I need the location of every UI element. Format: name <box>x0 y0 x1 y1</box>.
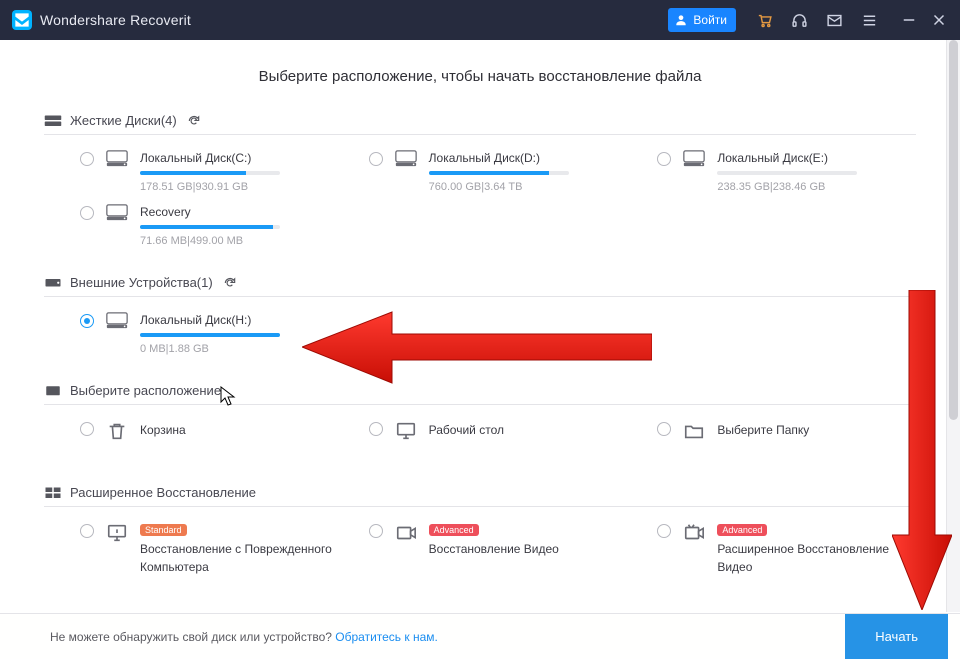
footer-hint-text: Не можете обнаружить свой диск или устро… <box>50 630 335 644</box>
start-button[interactable]: Начать <box>845 614 948 659</box>
footer-hint: Не можете обнаружить свой диск или устро… <box>50 630 438 644</box>
location-option[interactable]: Корзина <box>80 419 339 457</box>
disk-name: Recovery <box>140 203 339 221</box>
radio-button[interactable] <box>657 422 671 436</box>
radio-button[interactable] <box>80 206 94 220</box>
option-label: Рабочий стол <box>429 421 628 439</box>
title-bar: Wondershare Recoverit Войти <box>0 0 960 40</box>
option-label: Расширенное Восстановление Видео <box>717 540 916 576</box>
section-title: Жесткие Диски(4) <box>70 113 177 128</box>
plan-badge: Standard <box>140 524 187 536</box>
disk-usage-bar <box>140 225 280 229</box>
login-button[interactable]: Войти <box>668 8 736 32</box>
disk-option[interactable]: Локальный Диск(H:) 0 MB|1.88 GB <box>80 311 339 355</box>
option-label: Выберите Папку <box>717 421 916 439</box>
footer-bar: Не можете обнаружить свой диск или устро… <box>0 613 960 659</box>
location-icon <box>44 384 62 398</box>
refresh-icon[interactable] <box>187 114 201 128</box>
disk-stats: 178.51 GB|930.91 GB <box>140 181 339 193</box>
section-hard-drives: Жесткие Диски(4) Локальный Диск(C:) 178.… <box>44 113 916 247</box>
radio-button[interactable] <box>657 524 671 538</box>
disk-stats: 0 MB|1.88 GB <box>140 343 339 355</box>
plan-badge: Advanced <box>429 524 479 536</box>
menu-icon[interactable] <box>861 12 878 29</box>
disk-usage-bar <box>140 333 280 337</box>
option-label: Восстановление Видео <box>429 540 628 558</box>
radio-button[interactable] <box>369 422 383 436</box>
disk-name: Локальный Диск(C:) <box>140 149 339 167</box>
radio-button[interactable] <box>369 152 383 166</box>
cart-icon[interactable] <box>756 12 773 29</box>
refresh-icon[interactable] <box>223 276 237 290</box>
disk-name: Локальный Диск(H:) <box>140 311 339 329</box>
page-heading: Выберите расположение, чтобы начать восс… <box>44 68 916 85</box>
trash-icon <box>106 420 128 438</box>
section-choose-location: Выберите расположение Корзина Рабочий ст… <box>44 383 916 457</box>
footer-hint-link[interactable]: Обратитесь к нам. <box>335 630 438 644</box>
disk-name: Локальный Диск(D:) <box>429 149 628 167</box>
radio-button[interactable] <box>80 152 94 166</box>
video-advanced-icon <box>683 522 705 540</box>
disk-option[interactable]: Локальный Диск(E:) 238.35 GB|238.46 GB <box>657 149 916 193</box>
radio-button[interactable] <box>369 524 383 538</box>
vertical-scrollbar[interactable] <box>946 40 960 612</box>
disk-name: Локальный Диск(E:) <box>717 149 916 167</box>
video-icon <box>395 522 417 540</box>
advanced-option[interactable]: Advanced Расширенное Восстановление Виде… <box>657 521 916 576</box>
close-button[interactable] <box>930 11 948 29</box>
mail-icon[interactable] <box>826 12 843 29</box>
disk-stats: 238.35 GB|238.46 GB <box>717 181 916 193</box>
location-option[interactable]: Рабочий стол <box>369 419 628 457</box>
disk-usage-bar <box>140 171 280 175</box>
advanced-option[interactable]: Standard Восстановление с Поврежденного … <box>80 521 339 576</box>
radio-button[interactable] <box>80 314 94 328</box>
hdd-icon <box>44 114 62 128</box>
disk-option[interactable]: Локальный Диск(C:) 178.51 GB|930.91 GB <box>80 149 339 193</box>
scrollbar-thumb[interactable] <box>949 40 958 420</box>
disk-stats: 71.66 MB|499.00 MB <box>140 235 339 247</box>
disk-stats: 760.00 GB|3.64 TB <box>429 181 628 193</box>
plan-badge: Advanced <box>717 524 767 536</box>
section-title: Расширенное Восстановление <box>70 485 256 500</box>
crashed-pc-icon <box>106 522 128 540</box>
option-label: Восстановление с Поврежденного Компьютер… <box>140 540 339 576</box>
section-external-devices: Внешние Устройства(1) Локальный Диск(H:)… <box>44 275 916 355</box>
external-drive-icon <box>44 276 62 290</box>
disk-icon <box>106 312 128 330</box>
disk-option[interactable]: Recovery 71.66 MB|499.00 MB <box>80 203 339 247</box>
radio-button[interactable] <box>80 524 94 538</box>
advanced-icon <box>44 486 62 500</box>
disk-icon <box>395 150 417 168</box>
section-title: Выберите расположение <box>70 383 221 398</box>
radio-button[interactable] <box>657 152 671 166</box>
location-option[interactable]: Выберите Папку <box>657 419 916 457</box>
section-title: Внешние Устройства(1) <box>70 275 213 290</box>
disk-icon <box>106 204 128 222</box>
disk-icon <box>683 150 705 168</box>
radio-button[interactable] <box>80 422 94 436</box>
advanced-option[interactable]: Advanced Восстановление Видео <box>369 521 628 576</box>
main-page: Выберите расположение, чтобы начать восс… <box>0 40 960 659</box>
desktop-icon <box>395 420 417 438</box>
app-logo-icon <box>12 10 32 30</box>
folder-icon <box>683 420 705 438</box>
disk-usage-bar <box>429 171 569 175</box>
login-label: Войти <box>693 13 727 27</box>
option-label: Корзина <box>140 421 339 439</box>
disk-icon <box>106 150 128 168</box>
person-icon <box>674 13 688 27</box>
disk-usage-bar <box>717 171 857 175</box>
section-advanced-recovery: Расширенное Восстановление Standard Восс… <box>44 485 916 576</box>
app-title: Wondershare Recoverit <box>40 12 191 28</box>
minimize-button[interactable] <box>900 11 918 29</box>
headphones-icon[interactable] <box>791 12 808 29</box>
disk-option[interactable]: Локальный Диск(D:) 760.00 GB|3.64 TB <box>369 149 628 193</box>
